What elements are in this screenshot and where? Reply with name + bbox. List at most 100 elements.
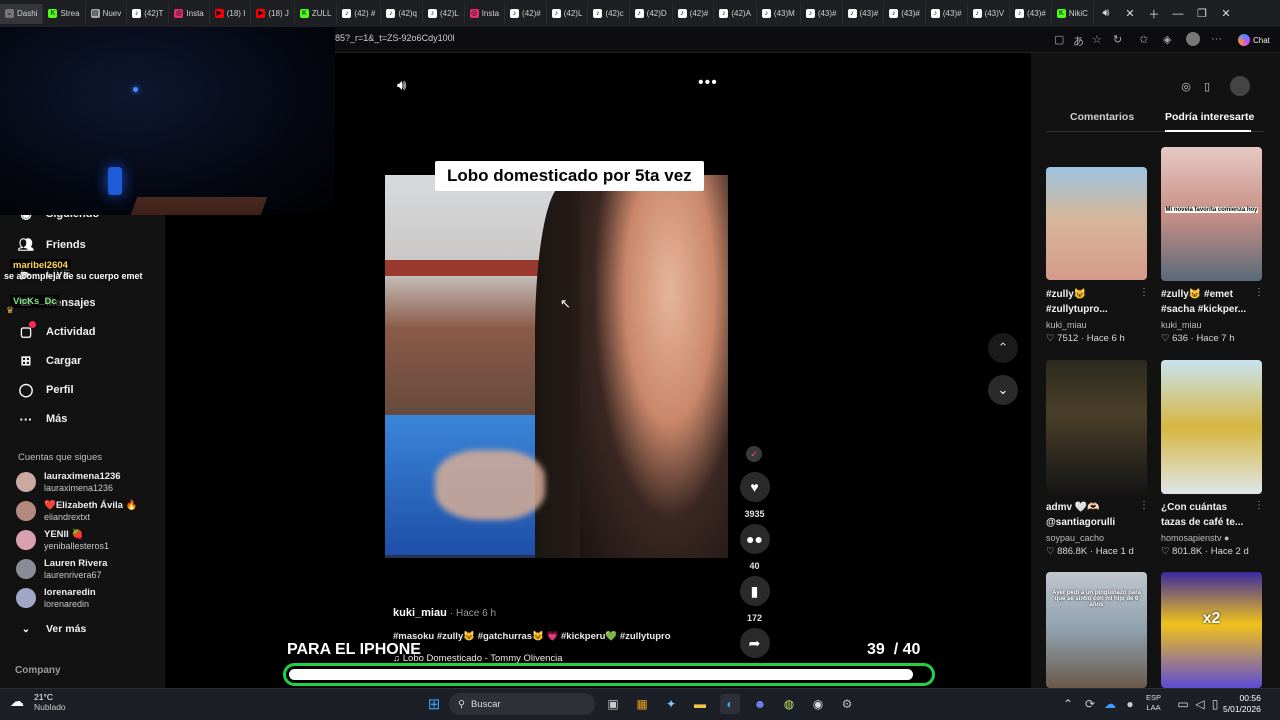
sidebar-item-ms[interactable]: ··· Más [18,408,68,430]
screen-icon[interactable]: ▢ [1054,33,1064,46]
follow-check-icon[interactable]: ✓ [746,446,762,462]
video-author[interactable]: kuki_miau · Hace 6 h [393,607,496,619]
translate-icon[interactable]: あ [1073,33,1084,49]
new-tab-icon[interactable]: ＋ [1142,4,1166,24]
following-account[interactable]: lorenaredin lorenaredin [16,584,156,612]
volume-icon[interactable]: 🔊︎ [397,77,406,94]
battery-icon[interactable]: ▯ [1205,694,1225,714]
save-button[interactable]: ▮ 172 [738,576,771,623]
card-user[interactable]: homosapienstv ● [1161,533,1229,543]
minimize-icon[interactable]: — [1166,4,1190,24]
clock[interactable]: 00:56 5/01/2026 [1223,693,1261,715]
video-thumbnail[interactable]: Zully tu nuevo amigo 🫶 [1046,167,1147,280]
following-account[interactable]: lauraximena1236 lauraximena1236 [16,468,156,496]
settings-icon[interactable]: ◎ [1176,76,1196,96]
previous-video-button[interactable]: ⌃ [988,333,1018,363]
close-window-icon[interactable]: ✕ [1214,4,1238,24]
menu-dots-icon[interactable]: ··· [1211,33,1222,45]
task-view-icon[interactable]: ▣ [603,694,623,714]
browser-tab[interactable]: ⌄ Dashi [0,3,44,24]
favorites-icon[interactable]: ✩ [1139,33,1148,46]
card-title[interactable]: admv 🤍🫶🏻 @santiagorulli [1046,500,1138,530]
following-account[interactable]: YENII 🍓 yeniballesteros1 [16,526,156,554]
more-options-icon[interactable]: ⋮ [1139,287,1149,298]
discord-icon[interactable]: ☻ [750,694,770,714]
video-thumbnail[interactable] [1046,360,1147,494]
refresh-icon[interactable]: ↻ [1113,33,1122,46]
restore-icon[interactable]: ❐ [1190,4,1214,24]
card-title[interactable]: #zully😺 #zullytupro... [1046,287,1138,317]
sidebar-item-perfil[interactable]: ◯ Perfil [18,379,74,401]
tab-comments[interactable]: Comentarios [1070,111,1134,123]
weather-widget[interactable]: ☁ 21°C Nublado [10,692,66,712]
browser-tab[interactable]: ♪ (43)V [968,3,1011,24]
more-options-icon[interactable]: ⋮ [1254,500,1264,511]
browser-tab[interactable]: ♪ (43)# [843,3,885,24]
tray-chevron-icon[interactable]: ⌃ [1058,694,1078,714]
url-text[interactable]: 85?_r=1&_t=ZS-92o6Cdy100l [335,33,455,43]
phone-icon[interactable]: ▯ [1197,76,1217,96]
video-thumbnail[interactable]: Mi novela favorita comienza hoy [1161,147,1262,281]
browser-tab[interactable]: ♪ (43)# [926,3,968,24]
browser-tab[interactable]: ◎ Insta [465,3,506,24]
browser-tab[interactable]: ♪ (42)A [714,3,757,24]
browser-tab[interactable]: ♪ (42)c [588,3,630,24]
browser-tab[interactable]: ♪ (43)M [757,3,801,24]
obs-icon[interactable]: ◉ [808,694,828,714]
avatar[interactable] [1186,32,1200,46]
comment-button[interactable]: ●● 40 [738,524,771,571]
star-icon[interactable]: ☆ [1092,33,1102,46]
card-user[interactable]: kuki_miau [1161,320,1202,330]
video-thumbnail[interactable]: Ayer pedí a un pingüinazo para que se si… [1046,572,1147,688]
browser-tab[interactable]: ♪ (42)L [547,3,589,24]
browser-tab[interactable]: ♪ (43)# [801,3,843,24]
more-options-icon[interactable]: ⋮ [1254,287,1264,298]
sidebar-item-actividad[interactable]: ▢ Actividad [18,321,96,343]
browser-tab[interactable]: K NikiC [1052,3,1094,24]
browser-tab[interactable]: K Strea [43,3,86,24]
tab-close-icon[interactable]: ✕ [1118,4,1142,24]
sidebar-item-cargar[interactable]: ⊞ Cargar [18,350,82,372]
microphone-icon[interactable]: ● [1120,694,1140,714]
more-options-icon[interactable]: ⋮ [1139,500,1149,511]
card-user[interactable]: soypau_cacho [1046,533,1104,543]
next-video-button[interactable]: ⌄ [988,375,1018,405]
video-thumbnail[interactable]: x2 [1161,572,1262,688]
following-account[interactable]: ❤️Elizabeth Ávila 🔥 eliandrextxt [16,497,156,525]
more-options-icon[interactable]: ••• [698,74,718,92]
copilot-app-icon[interactable]: ✦ [661,694,681,714]
browser-tab[interactable]: K ZULL [295,3,338,24]
card-user[interactable]: kuki_miau [1046,320,1087,330]
browser-tab[interactable]: ♪ (42)T [127,3,170,24]
browser-tab[interactable]: ▶ (18) I [210,3,252,24]
see-more-link[interactable]: ⌄ Ver más [18,618,87,640]
card-title[interactable]: ¿Con cuántas tazas de café te... [1161,500,1253,530]
browser-tab[interactable]: ♪ (42) # [337,3,382,24]
browser-tab[interactable]: ◎ Insta [169,3,210,24]
app-icon[interactable]: ◍ [779,694,799,714]
file-explorer-icon[interactable]: ▬ [690,694,710,714]
tab-audio-icon[interactable]: 🔊︎ [1094,4,1118,24]
browser-tab[interactable]: ♪ (42)# [673,3,715,24]
browser-tab[interactable]: ♪ (42)q [381,3,424,24]
browser-tab[interactable]: ▶ (18) J [251,3,295,24]
windows-start-icon[interactable]: ⊞ [424,694,444,714]
onedrive-icon[interactable]: ☁ [1100,694,1120,714]
tab-recommended[interactable]: Podría interesarte [1165,111,1254,123]
company-link[interactable]: Company [15,665,61,676]
sidebar-item-friends[interactable]: 👥︎ Friends [18,234,86,256]
browser-tab[interactable]: ♪ (43)# [1010,3,1052,24]
following-account[interactable]: Lauren Rivera laurenrivera67 [16,555,156,583]
tray-sync-icon[interactable]: ⟳ [1080,694,1100,714]
card-title[interactable]: #zully😺 #emet #sacha #kickper... [1161,287,1253,317]
profile-avatar[interactable] [1230,76,1250,96]
edge-icon[interactable]: ◐ [720,694,740,714]
browser-tab[interactable]: ♪ (42)L [423,3,465,24]
taskbar-search[interactable]: ⚲ Buscar [449,693,595,715]
video-thumbnail[interactable] [1161,360,1262,494]
browser-tab[interactable]: ▤ Nuev [86,3,128,24]
video-player[interactable] [385,175,728,558]
browser-tab[interactable]: ♪ (42)# [505,3,547,24]
like-button[interactable]: ♥ 3935 [738,472,771,519]
shield-icon[interactable]: ◈ [1163,33,1171,46]
